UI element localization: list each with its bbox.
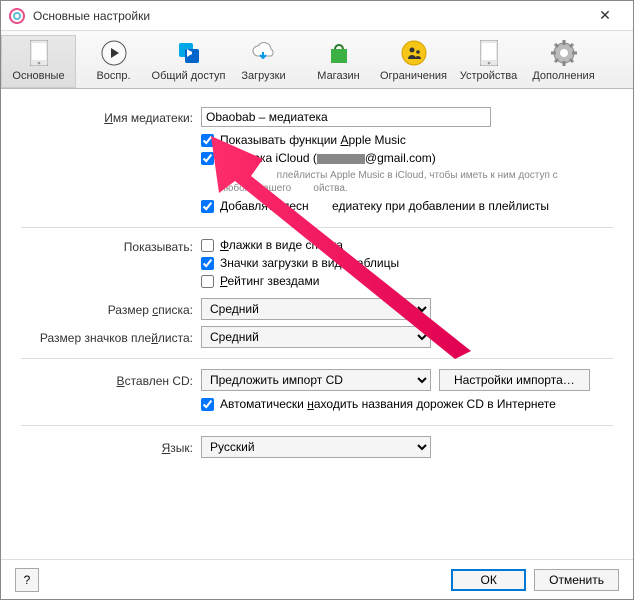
cloud-download-icon xyxy=(250,39,278,67)
language-select[interactable]: Русский xyxy=(201,436,431,458)
flags-label: Флажки в виде списка xyxy=(220,238,343,252)
device-icon xyxy=(475,39,503,67)
tab-devices[interactable]: Устройства xyxy=(451,35,526,88)
add-playlist-checkbox[interactable] xyxy=(201,200,214,213)
restrictions-icon xyxy=(400,39,428,67)
table-icons-checkbox[interactable] xyxy=(201,257,214,270)
titlebar: Основные настройки ✕ xyxy=(1,1,633,31)
list-size-label: Размер списка: xyxy=(21,301,201,317)
tab-general[interactable]: Основные xyxy=(1,35,76,88)
tab-label: Дополнения xyxy=(532,70,594,82)
separator xyxy=(21,425,613,426)
help-button[interactable]: ? xyxy=(15,568,39,592)
apple-music-checkbox[interactable] xyxy=(201,134,214,147)
auto-find-label: Автоматически находить названия дорожек … xyxy=(220,397,556,411)
tab-playback[interactable]: Воспр. xyxy=(76,35,151,88)
tab-label: Магазин xyxy=(317,70,359,82)
cd-label: Вставлен CD: xyxy=(21,372,201,388)
cancel-button[interactable]: Отменить xyxy=(534,569,619,591)
store-icon xyxy=(325,39,353,67)
icloud-label: М ака iCloud (@gmail.com) xyxy=(220,151,436,165)
list-size-select[interactable]: Средний xyxy=(201,298,431,320)
playlist-icons-label: Размер значков плейлиста: xyxy=(21,329,201,345)
tab-store[interactable]: Магазин xyxy=(301,35,376,88)
flags-checkbox[interactable] xyxy=(201,239,214,252)
library-name-input[interactable] xyxy=(201,107,491,127)
tab-label: Загрузки xyxy=(241,70,285,82)
close-button[interactable]: ✕ xyxy=(585,1,625,31)
cd-action-select[interactable]: Предложить импорт CD xyxy=(201,369,431,391)
tab-label: Общий доступ xyxy=(152,70,226,82)
table-icons-label: Значки загрузки в виде таблицы xyxy=(220,256,399,270)
toolbar: Основные Воспр. Общий доступ Загрузки Ма… xyxy=(1,31,633,89)
ok-button[interactable]: ОК xyxy=(451,569,526,591)
sharing-icon xyxy=(175,39,203,67)
phone-icon xyxy=(25,39,53,67)
window-title: Основные настройки xyxy=(33,9,585,23)
tab-restrictions[interactable]: Ограничения xyxy=(376,35,451,88)
tab-label: Воспр. xyxy=(96,70,130,82)
gear-icon xyxy=(550,39,578,67)
library-name-label: Имя медиатеки: xyxy=(21,109,201,125)
app-icon xyxy=(9,8,25,24)
icloud-note: Храни плейлисты Apple Music в iCloud, чт… xyxy=(220,169,613,195)
icloud-checkbox[interactable] xyxy=(201,152,214,165)
playlist-icons-select[interactable]: Средний xyxy=(201,326,431,348)
tab-label: Основные xyxy=(12,70,64,82)
rating-checkbox[interactable] xyxy=(201,275,214,288)
play-icon xyxy=(100,39,128,67)
language-label: Язык: xyxy=(21,439,201,455)
tab-sharing[interactable]: Общий доступ xyxy=(151,35,226,88)
tab-advanced[interactable]: Дополнения xyxy=(526,35,601,88)
apple-music-label: Показывать функции Apple Music xyxy=(220,133,406,147)
content: Имя медиатеки: Показывать функции Apple … xyxy=(1,89,633,458)
redacted-email xyxy=(317,154,365,164)
tab-label: Ограничения xyxy=(380,70,447,82)
auto-find-checkbox[interactable] xyxy=(201,398,214,411)
rating-label: Рейтинг звездами xyxy=(220,274,319,288)
show-label: Показывать: xyxy=(21,238,201,254)
tab-downloads[interactable]: Загрузки xyxy=(226,35,301,88)
tab-label: Устройства xyxy=(460,70,518,82)
separator xyxy=(21,227,613,228)
separator xyxy=(21,358,613,359)
add-playlist-label: Добавлять песн едиатеку при добавлении в… xyxy=(220,199,549,213)
bottombar: ? ОК Отменить xyxy=(1,559,633,599)
import-settings-button[interactable]: Настройки импорта… xyxy=(439,369,590,391)
